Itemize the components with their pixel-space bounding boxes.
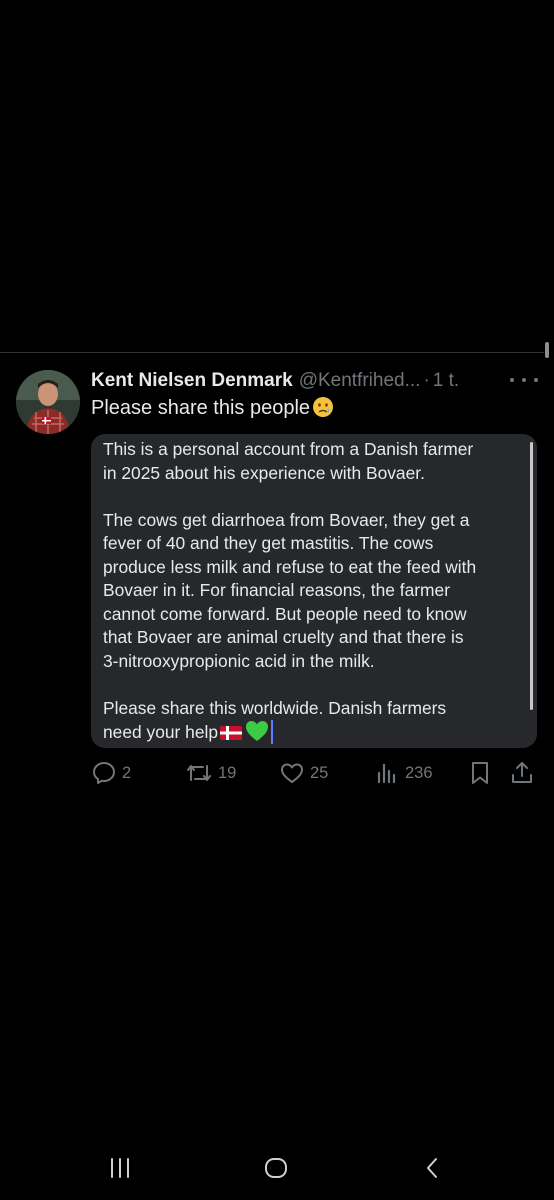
share-button[interactable]	[509, 758, 535, 788]
green-heart-icon	[245, 720, 269, 748]
crying-face-emoji-icon	[312, 396, 334, 424]
like-button[interactable]: 25	[279, 758, 328, 788]
views-icon	[374, 760, 400, 786]
bookmark-button[interactable]	[467, 758, 493, 788]
quote-paragraph-3-line-1: Please share this worldwide. Danish farm…	[103, 697, 447, 718]
display-name[interactable]: Kent Nielsen Denmark	[91, 370, 293, 392]
quote-help-text: need your help	[103, 722, 219, 742]
system-navigation-bar	[0, 1148, 554, 1188]
reply-button[interactable]: 2	[91, 758, 131, 788]
page-scrollbar[interactable]	[545, 342, 549, 358]
share-icon	[509, 760, 535, 786]
quoted-text-card[interactable]: This is a personal account from a Danish…	[91, 434, 537, 748]
tweet-header: Kent Nielsen Denmark @Kentfrihed... · 1 …	[91, 366, 531, 396]
quote-scrollbar[interactable]	[530, 442, 533, 710]
like-count: 25	[310, 763, 329, 782]
reply-icon	[91, 760, 117, 786]
repost-icon	[185, 760, 213, 786]
timeline-divider	[0, 352, 544, 353]
views-button[interactable]: 236	[374, 758, 433, 788]
more-icon[interactable]	[510, 372, 538, 388]
user-handle[interactable]: @Kentfrihed...	[299, 370, 421, 392]
quote-paragraph-2: The cows get diarrhoea from Bovaer, they…	[103, 509, 477, 671]
repost-count: 19	[218, 763, 237, 782]
views-count: 236	[405, 763, 433, 782]
quote-paragraph-3-line-2: need your help	[103, 720, 525, 748]
text-cursor	[271, 720, 274, 744]
tweet-text: Please share this people	[91, 396, 334, 424]
bookmark-icon	[467, 760, 493, 786]
back-icon[interactable]	[412, 1148, 452, 1188]
avatar[interactable]	[16, 370, 80, 434]
repost-button[interactable]: 19	[185, 758, 236, 788]
tweet-text-content: Please share this people	[91, 397, 311, 419]
denmark-flag-icon	[220, 723, 243, 747]
recents-icon[interactable]	[100, 1148, 140, 1188]
timestamp[interactable]: 1 t.	[433, 370, 459, 392]
heart-icon	[279, 760, 305, 786]
home-icon[interactable]	[256, 1148, 296, 1188]
tweet-actions: 2 19 25 236	[91, 758, 537, 788]
separator-dot: ·	[423, 370, 430, 391]
quote-paragraph-1: This is a personal account from a Danish…	[103, 439, 474, 483]
reply-count: 2	[122, 763, 132, 782]
